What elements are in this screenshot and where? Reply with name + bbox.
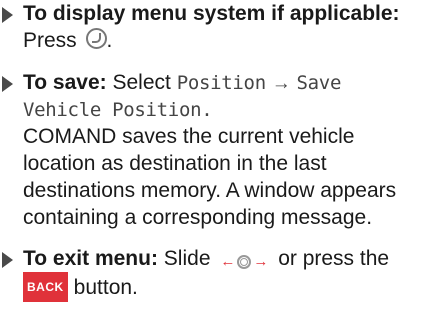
body-line: destinations memory. A window appears bbox=[23, 179, 397, 202]
step-text-end: button. bbox=[73, 276, 138, 299]
controller-slide-left-right-icon: ← → bbox=[220, 253, 269, 270]
bullet-arrow-icon bbox=[2, 252, 13, 268]
step-text: Press bbox=[23, 29, 77, 52]
step-text-end: . bbox=[106, 29, 113, 52]
step-text-middle: or press the bbox=[278, 247, 390, 270]
back-button-symbol: BACK bbox=[23, 272, 68, 302]
step-text: Slide bbox=[163, 247, 211, 270]
bullet-arrow-icon bbox=[2, 76, 13, 92]
step-heading: To save: bbox=[23, 71, 107, 94]
menu-item-position: Position bbox=[176, 72, 266, 94]
step-text: Select bbox=[112, 71, 171, 94]
body-line: COMAND saves the current vehicle bbox=[23, 125, 355, 148]
body-line: location as destination in the last bbox=[23, 152, 327, 175]
controller-press-icon bbox=[85, 28, 107, 49]
bullet-arrow-icon bbox=[2, 7, 13, 23]
step-heading: To exit menu: bbox=[23, 247, 158, 270]
step-heading: To display menu system if applicable: bbox=[23, 2, 400, 25]
menu-arrow: → bbox=[271, 73, 291, 94]
body-line: containing a corresponding message. bbox=[23, 206, 373, 229]
menu-item-save: Save bbox=[296, 72, 342, 94]
menu-item-vehicle-position: Vehicle Position. bbox=[23, 99, 213, 121]
